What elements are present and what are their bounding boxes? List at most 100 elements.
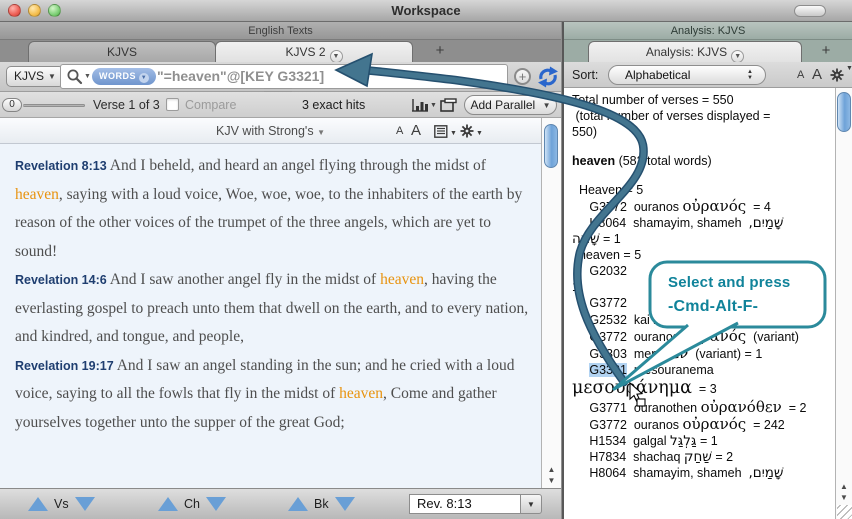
analysis-line: heaven (582 total words) — [572, 153, 834, 169]
verse-reference[interactable]: Revelation 14:6 — [15, 273, 107, 287]
analysis-text: 550) — [572, 125, 597, 139]
analysis-text: mesouranema — [627, 363, 714, 377]
new-tab-button[interactable]: + — [425, 40, 455, 61]
callout-text: Select and press -Cmd-Alt-F- — [668, 271, 790, 319]
title-bar: Workspace — [0, 0, 852, 22]
decrease-font-button[interactable]: A — [396, 118, 403, 144]
decrease-font-button[interactable]: A — [797, 62, 804, 88]
scrollbar-thumb[interactable] — [544, 124, 558, 168]
words-scope-pill[interactable]: WORDS▼ — [92, 68, 156, 85]
resize-grip[interactable] — [837, 505, 852, 519]
verse-reference[interactable]: Revelation 8:13 — [15, 159, 107, 173]
selected-strongs-number[interactable]: G3321 — [589, 363, 627, 377]
analysis-line: שָׁמֶה = 1 — [572, 231, 834, 247]
new-tab-button[interactable]: + — [811, 40, 841, 61]
context-slider-track[interactable] — [23, 104, 85, 107]
analysis-text: Heaven = 5 — [572, 183, 643, 197]
analysis-text: = 1 — [600, 232, 621, 246]
verse-down-button[interactable] — [75, 497, 95, 511]
analysis-line: Total number of verses = 550 — [572, 92, 834, 108]
analysis-text: G3772 ouranos — [572, 330, 683, 344]
bk-label: Bk — [314, 497, 329, 511]
analysis-text: = 2 — [782, 401, 807, 415]
book-up-button[interactable] — [288, 497, 308, 511]
hit-word: heaven — [15, 186, 59, 203]
left-tab-bar: KJVS KJVS 2▼ + — [0, 40, 561, 62]
chapter-up-button[interactable] — [158, 497, 178, 511]
gear-icon[interactable] — [830, 68, 844, 82]
hebrew-word: שַׁחַק — [684, 449, 712, 465]
module-select-button[interactable]: KJVS▼ — [6, 66, 64, 87]
tab-analysis-kjvs[interactable]: Analysis: KJVS▼ — [588, 41, 802, 62]
analysis-text: heaven — [572, 154, 615, 168]
add-parallel-button[interactable]: Add Parallel ▼ — [464, 95, 557, 115]
callout-line2: -Cmd-Alt-F- — [668, 295, 790, 319]
greek-word: μέν — [662, 344, 689, 362]
search-input[interactable]: ▼ WORDS▼ "=heaven"@[KEY G3321] — [60, 64, 508, 89]
analysis-text: G3772 ouranos — [572, 418, 683, 432]
analysis-line: G3321 mesouranema — [572, 362, 834, 378]
analysis-line: G3772 ouranos οὐρανός = 242 — [572, 416, 834, 433]
analysis-text: = 3 — [692, 382, 717, 396]
increase-font-button[interactable]: A — [812, 62, 822, 88]
details-chart-icon[interactable] — [412, 98, 429, 112]
updown-arrows-icon: ▲▼ — [747, 69, 753, 81]
analysis-text — [572, 363, 589, 377]
compare-checkbox[interactable] — [166, 98, 179, 111]
analysis-text: Total number of verses = 550 — [572, 93, 734, 107]
chevron-down-icon[interactable]: ▼ — [846, 65, 852, 72]
verse-text: And I beheld, and heard an angel flying … — [110, 157, 486, 174]
analysis-text: heaven = 5 — [572, 248, 641, 262]
reference-combo[interactable]: Rev. 8:13 — [409, 494, 521, 514]
new-window-icon[interactable] — [440, 98, 457, 112]
display-settings-icon[interactable] — [434, 125, 448, 138]
hebrew-word: גַּלְגַּל — [670, 433, 696, 449]
add-search-term-button[interactable]: + — [514, 68, 531, 85]
search-scope-arrow-icon[interactable]: ▼ — [84, 73, 91, 80]
verse-reference[interactable]: Revelation 19:17 — [15, 359, 114, 373]
scrollbar-arrows[interactable]: ▲▼ — [542, 464, 561, 486]
toolbar-toggle-button[interactable] — [794, 5, 826, 17]
verse-up-button[interactable] — [28, 497, 48, 511]
tab-kjvs-2[interactable]: KJVS 2▼ — [215, 41, 413, 62]
analysis-text: = 2 — [712, 450, 733, 464]
increase-font-button[interactable]: A — [411, 118, 421, 144]
analysis-text: H8064 shamayim, shameh — [572, 216, 748, 230]
analysis-text: H1534 galgal — [572, 434, 670, 448]
analysis-scrollbar[interactable]: ▲▼ — [835, 88, 852, 519]
analysis-text: G3303 men — [572, 347, 662, 361]
sort-label: Sort: — [572, 62, 598, 88]
greek-word: οὐρανόθεν — [701, 398, 782, 416]
analysis-text: G2032 — [572, 264, 627, 278]
update-search-icon[interactable] — [537, 66, 559, 88]
chevron-down-icon[interactable]: ▼ — [430, 102, 437, 109]
navigation-footer: Vs Ch Bk Rev. 8:13 ▼ — [0, 488, 561, 519]
scrollbar-thumb[interactable] — [837, 92, 851, 132]
greek-word: οὐρανός — [683, 327, 747, 345]
gear-icon[interactable] — [460, 124, 474, 138]
tab-kjvs-2-label: KJVS 2 — [285, 45, 325, 59]
context-slider[interactable]: 0 — [2, 98, 22, 112]
analysis-text: H7834 shachaq — [572, 450, 684, 464]
compare-label: Compare — [185, 92, 236, 118]
analysis-line: G3771 ouranothen οὐρανόθεν = 2 — [572, 399, 834, 416]
reference-dropdown-button[interactable]: ▼ — [520, 494, 542, 514]
sort-select[interactable]: Alphabetical ▲▼ — [608, 65, 766, 85]
vs-label: Vs — [54, 497, 69, 511]
analysis-line: 550) — [572, 124, 834, 140]
verse-status: Verse 1 of 3 — [93, 92, 160, 118]
verse-text: , saying with a loud voice, Woe, woe, wo… — [15, 186, 522, 260]
analysis-text: 1 — [572, 280, 579, 294]
book-down-button[interactable] — [335, 497, 355, 511]
verse-text-area[interactable]: Revelation 8:13 And I beheld, and heard … — [0, 144, 541, 488]
english-texts-pane: English Texts KJVS KJVS 2▼ + KJVS▼ ▼ WOR… — [0, 22, 561, 519]
greek-word: οὐρανός — [683, 197, 747, 215]
tab-analysis-label: Analysis: KJVS — [646, 45, 727, 59]
text-scrollbar[interactable]: ▲▼ — [541, 118, 561, 488]
chapter-down-button[interactable] — [206, 497, 226, 511]
analysis-line: G3772 ouranos οὐρανός (variant) — [572, 328, 834, 345]
tab-kjvs[interactable]: KJVS — [28, 41, 216, 62]
right-tab-bar: Analysis: KJVS▼ + — [564, 40, 852, 62]
chevron-down-icon: ▼ — [543, 101, 551, 110]
scrollbar-arrows[interactable]: ▲▼ — [836, 481, 852, 503]
